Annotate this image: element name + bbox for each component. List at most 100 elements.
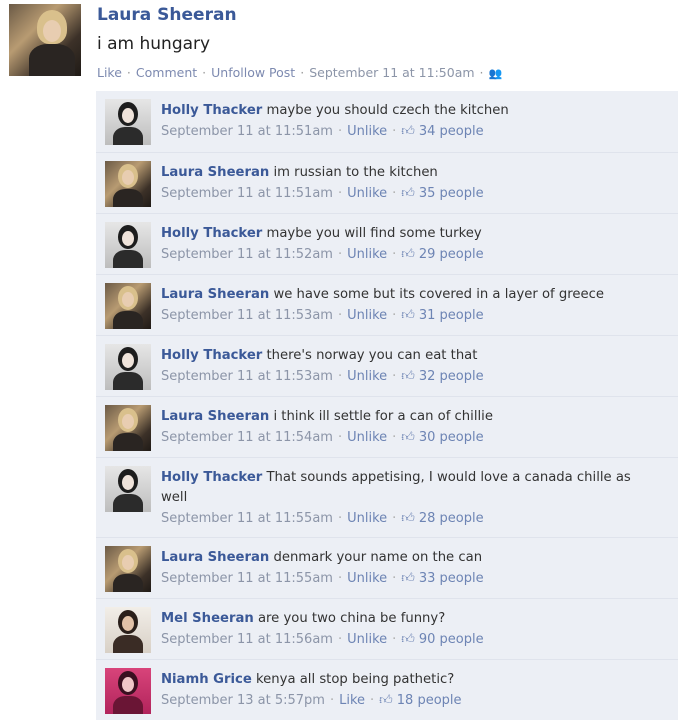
comment: Holly Thacker there's norway you can eat…: [96, 335, 678, 396]
like-count[interactable]: 28 people: [419, 511, 484, 526]
comment-list: Holly Thacker maybe you should czech the…: [96, 91, 678, 720]
comment: Mel Sheeran are you two china be funny? S…: [96, 598, 678, 659]
comment: Laura Sheeran we have some but its cover…: [96, 274, 678, 335]
commenter-name[interactable]: Laura Sheeran: [161, 165, 269, 180]
commenter-name[interactable]: Holly Thacker: [161, 103, 262, 118]
comment-body: Holly Thacker maybe you will find some t…: [161, 224, 651, 265]
comment-like-toggle[interactable]: Unlike: [347, 511, 387, 526]
commenter-name[interactable]: Laura Sheeran: [161, 550, 269, 565]
comment: Niamh Grice kenya all stop being patheti…: [96, 659, 678, 720]
commenter-name[interactable]: Holly Thacker: [161, 226, 262, 241]
thumbs-up-icon: 👍︎: [401, 571, 415, 586]
post-author-avatar[interactable]: [9, 4, 81, 76]
comment-text: maybe you will find some turkey: [266, 226, 482, 241]
commenter-avatar[interactable]: [105, 668, 151, 714]
like-count[interactable]: 30 people: [419, 430, 484, 445]
thumbs-up-icon: 👍︎: [401, 369, 415, 384]
comment-timestamp[interactable]: September 11 at 11:55am: [161, 571, 333, 586]
like-count[interactable]: 31 people: [419, 308, 484, 323]
comment-body: Laura Sheeran we have some but its cover…: [161, 285, 651, 326]
comment-text: im russian to the kitchen: [273, 165, 438, 180]
comment-like-toggle[interactable]: Unlike: [347, 369, 387, 384]
comment-text: kenya all stop being pathetic?: [256, 672, 455, 687]
like-count[interactable]: 29 people: [419, 247, 484, 262]
comment-like-toggle[interactable]: Unlike: [347, 308, 387, 323]
comment: Holly Thacker That sounds appetising, I …: [96, 457, 678, 537]
comment-link[interactable]: Comment: [136, 65, 197, 80]
like-count[interactable]: 32 people: [419, 369, 484, 384]
post-timestamp[interactable]: September 11 at 11:50am: [309, 65, 474, 80]
like-link[interactable]: Like: [97, 65, 122, 80]
comment-like-toggle[interactable]: Unlike: [347, 124, 387, 139]
comment-text: maybe you should czech the kitchen: [266, 103, 509, 118]
like-count[interactable]: 33 people: [419, 571, 484, 586]
commenter-name[interactable]: Laura Sheeran: [161, 287, 269, 302]
comment-like-toggle[interactable]: Unlike: [347, 430, 387, 445]
like-count[interactable]: 90 people: [419, 632, 484, 647]
comment-text: we have some but its covered in a layer …: [273, 287, 604, 302]
comment-text: there's norway you can eat that: [266, 348, 478, 363]
comment-body: Holly Thacker That sounds appetising, I …: [161, 468, 651, 529]
like-count[interactable]: 34 people: [419, 124, 484, 139]
friends-icon: 👥: [488, 67, 503, 80]
comment-body: Mel Sheeran are you two china be funny? S…: [161, 609, 651, 650]
comment-timestamp[interactable]: September 11 at 11:53am: [161, 308, 333, 323]
comment-like-toggle[interactable]: Unlike: [347, 247, 387, 262]
comment-like-toggle[interactable]: Unlike: [347, 186, 387, 201]
comment-timestamp[interactable]: September 11 at 11:51am: [161, 186, 333, 201]
commenter-avatar[interactable]: [105, 344, 151, 390]
comment-body: Laura Sheeran i think ill settle for a c…: [161, 407, 651, 448]
comment-timestamp[interactable]: September 11 at 11:52am: [161, 247, 333, 262]
commenter-avatar[interactable]: [105, 466, 151, 512]
comment-timestamp[interactable]: September 11 at 11:53am: [161, 369, 333, 384]
thumbs-up-icon: 👍︎: [401, 124, 415, 139]
thumbs-up-icon: 👍︎: [401, 632, 415, 647]
commenter-name[interactable]: Laura Sheeran: [161, 409, 269, 424]
comment: Laura Sheeran i think ill settle for a c…: [96, 396, 678, 457]
commenter-avatar[interactable]: [105, 222, 151, 268]
comment-timestamp[interactable]: September 11 at 11:55am: [161, 511, 333, 526]
post-author-name[interactable]: Laura Sheeran: [97, 5, 237, 25]
comment-like-toggle[interactable]: Unlike: [347, 571, 387, 586]
comment-timestamp[interactable]: September 11 at 11:51am: [161, 124, 333, 139]
comment-body: Laura Sheeran im russian to the kitchen S…: [161, 163, 651, 204]
thumbs-up-icon: 👍︎: [401, 511, 415, 526]
comment-body: Niamh Grice kenya all stop being patheti…: [161, 670, 651, 711]
comment-text: i think ill settle for a can of chillie: [273, 409, 493, 424]
comment: Holly Thacker maybe you should czech the…: [96, 91, 678, 152]
comment: Laura Sheeran im russian to the kitchen S…: [96, 152, 678, 213]
thumbs-up-icon: 👍︎: [401, 308, 415, 323]
commenter-name[interactable]: Holly Thacker: [161, 348, 262, 363]
comment-timestamp[interactable]: September 11 at 11:54am: [161, 430, 333, 445]
comment-meta: September 11 at 11:55am · Unlike · 👍︎ 28 peop…: [161, 509, 651, 529]
thumbs-up-icon: 👍︎: [401, 247, 415, 262]
commenter-avatar[interactable]: [105, 283, 151, 329]
comment: Laura Sheeran denmark your name on the c…: [96, 537, 678, 598]
comment-meta: September 11 at 11:56am · Unlike · 👍︎ 90 peop…: [161, 630, 651, 650]
commenter-avatar[interactable]: [105, 405, 151, 451]
commenter-name[interactable]: Mel Sheeran: [161, 611, 254, 626]
commenter-name[interactable]: Niamh Grice: [161, 672, 252, 687]
comment-timestamp[interactable]: September 13 at 5:57pm: [161, 693, 325, 708]
comment-meta: September 11 at 11:53am · Unlike · 👍︎ 32 peop…: [161, 367, 651, 387]
comment-meta: September 11 at 11:54am · Unlike · 👍︎ 30 peop…: [161, 428, 651, 448]
like-count[interactable]: 35 people: [419, 186, 484, 201]
comment-meta: September 11 at 11:52am · Unlike · 👍︎ 29 peop…: [161, 245, 651, 265]
unfollow-post-link[interactable]: Unfollow Post: [211, 65, 295, 80]
comment-like-toggle[interactable]: Like: [339, 693, 365, 708]
comment-body: Laura Sheeran denmark your name on the c…: [161, 548, 651, 589]
like-count[interactable]: 18 people: [397, 693, 462, 708]
thumbs-up-icon: 👍︎: [401, 430, 415, 445]
post-text: i am hungary: [97, 34, 211, 54]
commenter-avatar[interactable]: [105, 161, 151, 207]
commenter-avatar[interactable]: [105, 607, 151, 653]
comment: Holly Thacker maybe you will find some t…: [96, 213, 678, 274]
commenter-avatar[interactable]: [105, 99, 151, 145]
comment-meta: September 11 at 11:55am · Unlike · 👍︎ 33 peop…: [161, 569, 651, 589]
comment-text: are you two china be funny?: [257, 611, 446, 626]
commenter-name[interactable]: Holly Thacker: [161, 470, 262, 485]
commenter-avatar[interactable]: [105, 546, 151, 592]
comment-timestamp[interactable]: September 11 at 11:56am: [161, 632, 333, 647]
post-actions: Like · Comment · Unfollow Post · September 11 …: [97, 65, 503, 80]
comment-like-toggle[interactable]: Unlike: [347, 632, 387, 647]
